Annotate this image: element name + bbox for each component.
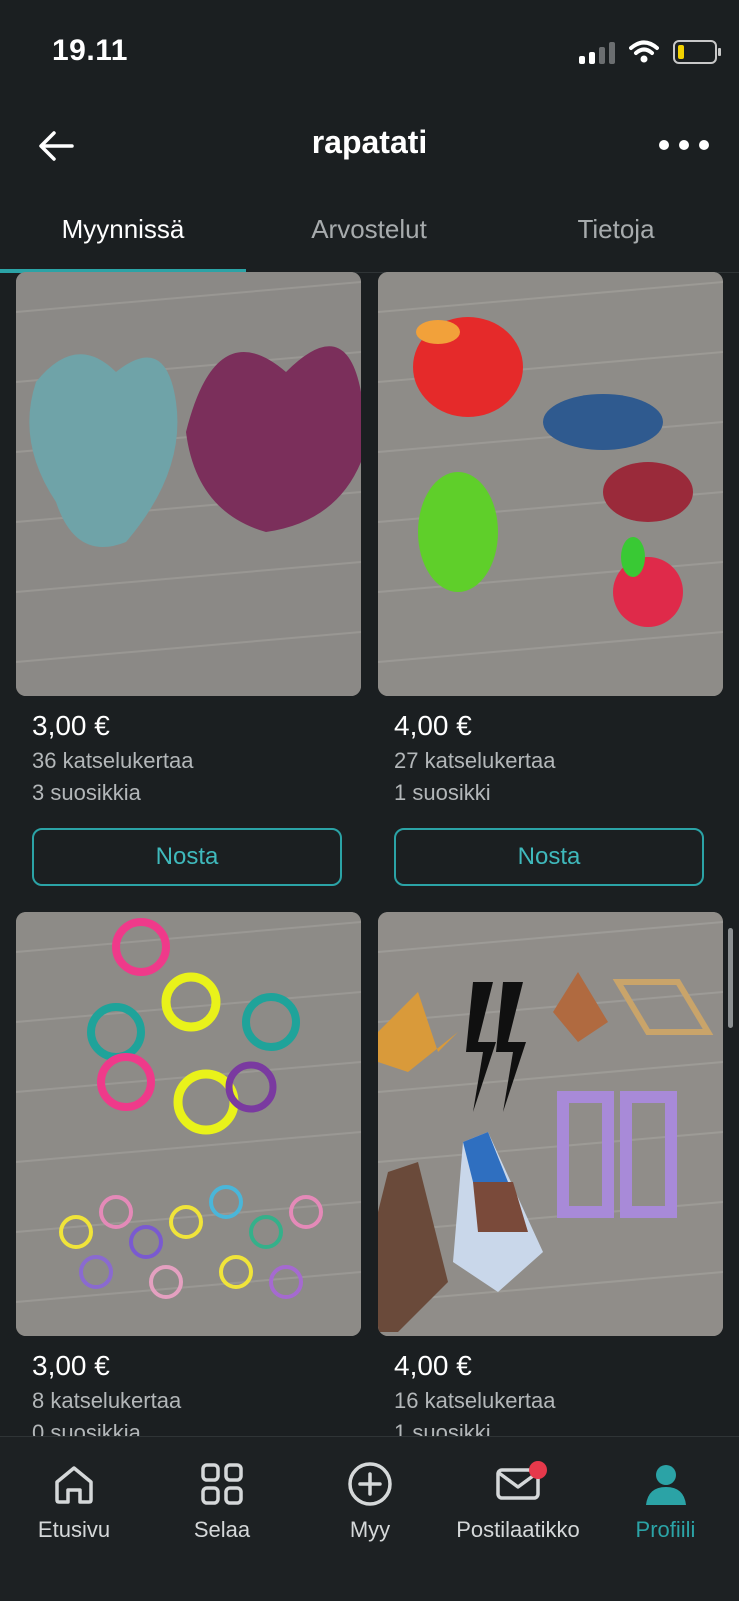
profile-tabs: Myynnissä Arvostelut Tietoja [0,198,739,273]
notification-badge [529,1461,547,1479]
listing-photo[interactable] [378,912,723,1336]
status-time: 19.11 [52,34,128,67]
status-bar: 19.11 [0,0,739,110]
battery-icon [673,40,721,64]
listing-card[interactable]: 3,00 € 8 katselukertaa 0 suosikkia [16,912,361,1446]
listing-photo[interactable] [16,272,361,696]
listing-price: 3,00 € [32,1350,110,1381]
page-title: rapatati [311,124,428,160]
listing-views: 16 katselukertaa [394,1388,556,1413]
scrollbar-thumb[interactable] [728,928,733,1028]
listing-favorites: 1 suosikki [394,780,491,805]
listing-views: 27 katselukertaa [394,748,556,773]
nav-item-postilaatikko[interactable]: Postilaatikko [444,1459,592,1543]
wifi-icon [629,40,659,63]
listing-views: 36 katselukertaa [32,748,194,773]
signal-icon [579,40,615,64]
status-icons [579,40,721,64]
nav-label: Postilaatikko [456,1517,580,1542]
app-header: rapatati [0,110,739,190]
listing-favorites: 3 suosikkia [32,780,141,805]
listing-price: 4,00 € [394,710,472,741]
nav-item-selaa[interactable]: Selaa [148,1459,296,1543]
tab-arvostelut[interactable]: Arvostelut [246,214,492,245]
tab-tietoja[interactable]: Tietoja [493,214,739,245]
listing-card[interactable]: 4,00 € 27 katselukertaa 1 suosikki Nosta [378,272,723,886]
nosta-button[interactable]: Nosta [32,828,342,886]
nosta-button[interactable]: Nosta [394,828,704,886]
tab-myynnissa[interactable]: Myynnissä [0,214,246,245]
nav-label: Selaa [193,1517,251,1542]
home-icon [55,1466,93,1504]
listing-photo[interactable] [16,912,361,1336]
profile-icon [645,1465,686,1505]
nav-item-profiili[interactable]: Profiili [592,1459,739,1543]
nav-item-myy[interactable]: Myy [296,1459,444,1543]
nav-label: Etusivu [37,1517,111,1542]
nav-item-etusivu[interactable]: Etusivu [0,1459,148,1543]
listing-price: 3,00 € [32,710,110,741]
nav-label: Profiili [635,1517,696,1542]
listing-photo[interactable] [378,272,723,696]
bottom-navigation: Etusivu Selaa Myy Postilaatikko Profiili [0,1436,739,1601]
plus-circle-icon [348,1462,392,1506]
listing-views: 8 katselukertaa [32,1388,182,1413]
nav-label: Myy [349,1517,391,1542]
listing-price: 4,00 € [394,1350,472,1381]
listing-card[interactable]: 4,00 € 16 katselukertaa 1 suosikki [378,912,723,1446]
grid-icon [201,1463,243,1505]
more-options-icon[interactable] [659,130,709,160]
listing-card[interactable]: 3,00 € 36 katselukertaa 3 suosikkia Nost… [16,272,361,886]
